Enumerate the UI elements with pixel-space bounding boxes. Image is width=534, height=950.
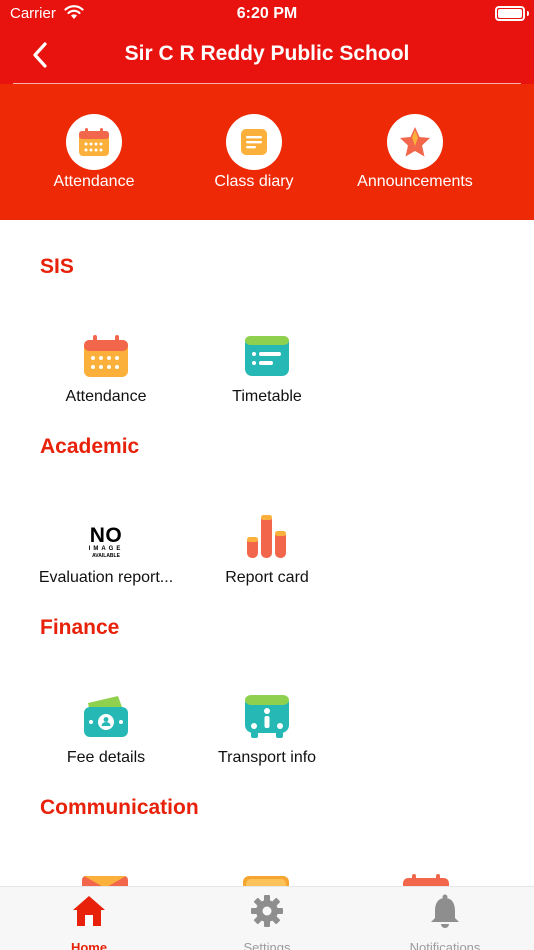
tile-label: Evaluation report... [38,569,174,586]
communication-icon-partial-3[interactable] [403,874,449,886]
quick-action-label: Announcements [357,173,473,190]
tile-evaluation-report[interactable]: NO IMAGE AVAILABLE Evaluation report... [26,513,186,587]
no-image-text-image: IMAGE [88,546,124,552]
bus-icon [245,695,289,738]
status-bar: Carrier 6:20 PM [0,0,534,30]
no-image-text-no: NO [89,524,123,547]
quick-action-class-diary-badge [226,114,282,170]
tab-notifications[interactable]: Notifications [356,893,534,950]
quick-action-attendance-badge [66,114,122,170]
tile-attendance[interactable]: Attendance [26,332,186,406]
quick-action-label: Class diary [214,173,294,190]
tab-bar: Home Settings Notifications [0,886,534,950]
quick-action-announcements[interactable]: Announcements [325,114,505,191]
envelope-icon [82,876,128,886]
tile-transport-info[interactable]: Transport info [187,693,347,767]
tile-transport-info-icon-wrap [242,693,292,739]
gear-icon [251,895,283,927]
bar-chart-icon [247,515,286,558]
quick-action-label: Attendance [53,173,135,190]
tab-label: Settings [243,940,291,950]
communication-icon-partial-1[interactable] [82,874,128,886]
tile-report-card[interactable]: Report card [187,513,347,587]
quick-action-announcements-badge [387,114,443,170]
communication-icon-partial-2[interactable] [243,874,289,886]
tile-attendance-icon-wrap [81,332,131,378]
section-title-finance: Finance [40,616,120,639]
tab-settings[interactable]: Settings [178,893,356,950]
page-title: Sir C R Reddy Public School [124,42,410,65]
calendar-icon [84,335,128,377]
tile-timetable-icon-wrap [242,332,292,378]
battery-icon [495,6,525,21]
tab-home[interactable]: Home [0,893,178,950]
tile-fee-details-icon-wrap [81,693,131,739]
section-title-sis: SIS [40,255,74,278]
quick-actions-panel: Attendance Class diary Announcements [0,84,534,220]
money-icon [84,696,128,737]
tile-report-card-icon-wrap [242,513,292,559]
no-image-text-available: AVAILABLE [92,553,120,559]
bell-icon [431,894,459,928]
diary-icon [241,129,267,155]
nav-bar: Sir C R Reddy Public School [0,30,534,84]
home-icon [73,896,105,926]
calendar-icon [79,128,109,156]
calendar-icon [403,874,449,886]
chat-icon [243,876,289,886]
clock: 6:20 PM [236,5,298,22]
quick-action-attendance[interactable]: Attendance [4,114,184,191]
no-image-icon: NO IMAGE AVAILABLE [81,513,131,559]
tab-label: Home [70,940,108,950]
section-title-academic: Academic [40,435,140,458]
tile-fee-details[interactable]: Fee details [26,693,186,767]
tab-label: Notifications [409,940,481,950]
tile-label: Report card [225,569,309,586]
tile-label: Timetable [232,388,302,405]
tile-label: Transport info [217,749,317,766]
section-title-communication: Communication [40,796,199,819]
tile-label: Fee details [66,749,146,766]
quick-action-class-diary[interactable]: Class diary [164,114,344,191]
star-icon [400,127,430,157]
timetable-icon [245,336,289,376]
tile-timetable[interactable]: Timetable [187,332,347,406]
tile-label: Attendance [65,388,147,405]
